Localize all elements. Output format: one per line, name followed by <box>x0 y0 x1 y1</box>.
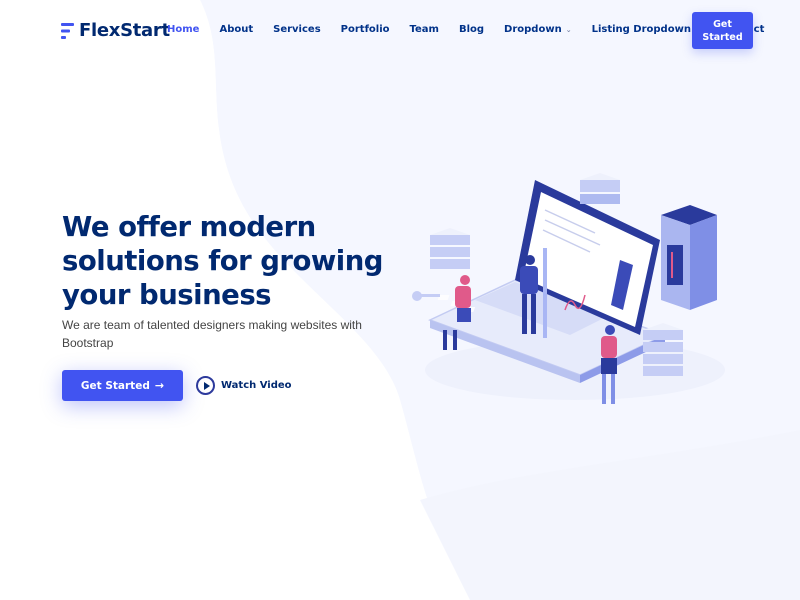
nav-services[interactable]: Services <box>273 24 321 35</box>
hero-get-started-button[interactable]: Get Started → <box>62 370 183 401</box>
nav-about[interactable]: About <box>219 24 253 35</box>
brand-name: FlexStart <box>79 20 170 41</box>
header-get-started-button[interactable]: Get Started <box>692 12 753 49</box>
logo[interactable]: FlexStart <box>61 20 170 41</box>
hero-title: We offer modern solutions for growing yo… <box>62 211 383 311</box>
hero-subtitle: We are team of talented designers making… <box>62 318 362 350</box>
nav-dropdown[interactable]: Dropdown ⌄ <box>504 24 572 35</box>
watch-video-button[interactable]: Watch Video <box>196 376 292 395</box>
nav-listing-dropdown[interactable]: Listing Dropdown⌄ <box>592 24 701 35</box>
play-circle-icon <box>196 376 215 395</box>
site-header: FlexStart Home About Services Portfolio … <box>0 0 800 62</box>
hero-get-started-label: Get Started <box>80 379 150 392</box>
nav-blog[interactable]: Blog <box>459 24 484 35</box>
nav-portfolio[interactable]: Portfolio <box>341 24 390 35</box>
nav-team[interactable]: Team <box>410 24 439 35</box>
nav-home[interactable]: Home <box>167 24 199 35</box>
chevron-down-icon: ⌄ <box>565 25 572 34</box>
hero-section: We offer modern solutions for growing yo… <box>62 210 402 352</box>
hero-illustration <box>412 173 725 404</box>
logo-mark-icon <box>61 22 74 39</box>
arrow-right-icon: → <box>154 379 165 392</box>
watch-video-label: Watch Video <box>221 380 292 391</box>
